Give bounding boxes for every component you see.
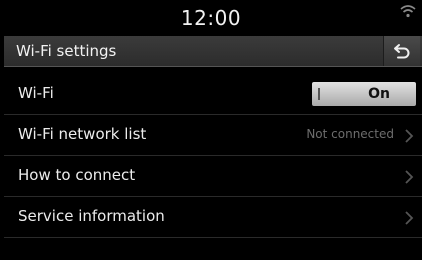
status-bar: 12:00 (0, 0, 422, 36)
back-button[interactable] (383, 36, 420, 66)
chevron-right-icon (404, 169, 414, 184)
clock: 12:00 (180, 6, 242, 30)
toggle-handle (318, 88, 320, 100)
wifi-toggle-value: On (368, 86, 390, 102)
service-information-row[interactable]: Service information (4, 197, 422, 238)
wifi-network-list-row[interactable]: Wi-Fi network list Not connected (4, 115, 422, 156)
connection-status: Not connected (306, 127, 394, 141)
wifi-signal-icon (400, 3, 416, 18)
wifi-label: Wi-Fi (18, 84, 54, 102)
wifi-network-list-label: Wi-Fi network list (18, 125, 147, 143)
settings-list: Wi-Fi On Wi-Fi network list Not connecte… (4, 74, 422, 238)
wifi-toggle[interactable]: On (312, 82, 416, 106)
title-bar: Wi-Fi settings (4, 36, 422, 67)
chevron-right-icon (404, 210, 414, 225)
service-information-label: Service information (18, 207, 165, 225)
chevron-right-icon (404, 128, 414, 143)
page-title: Wi-Fi settings (16, 42, 117, 60)
how-to-connect-label: How to connect (18, 166, 136, 184)
wifi-row[interactable]: Wi-Fi On (4, 74, 422, 115)
how-to-connect-row[interactable]: How to connect (4, 156, 422, 197)
